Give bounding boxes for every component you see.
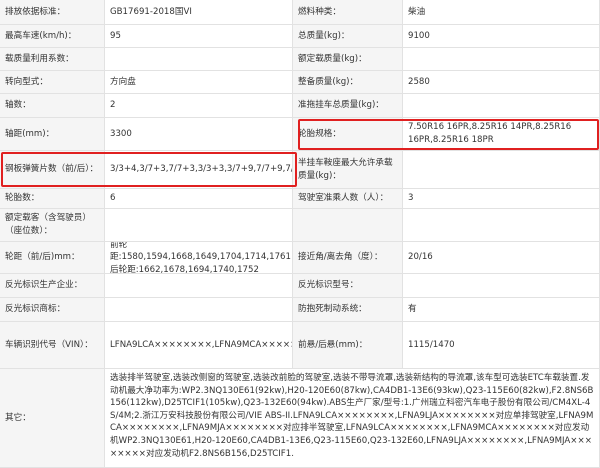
value-rated-load	[403, 48, 600, 71]
label-reflector-brand: 反光标识商标：	[0, 298, 105, 322]
value-empty-1	[403, 209, 600, 242]
value-cab-passengers: 3	[403, 189, 600, 209]
label-rated-load: 额定载质量(kg)：	[293, 48, 403, 71]
value-rated-seats	[105, 209, 293, 242]
value-other: 选装排半驾驶室,选装改侧窗的驾驶室,选装改前脸的驾驶室,选装不带导流罩,选装新结…	[105, 369, 600, 468]
label-other: 其它：	[0, 369, 105, 468]
label-tire-spec: 轮胎规格：	[293, 118, 403, 151]
value-fuel-type: 柴油	[403, 0, 600, 25]
label-wheelbase: 轴距(mm)：	[0, 118, 105, 151]
label-track-width: 轮距（前/后)mm：	[0, 242, 105, 274]
value-total-mass: 9100	[403, 25, 600, 48]
vehicle-spec-table: 排放依据标准： GB17691-2018国VI 燃料种类： 柴油 最高车速(km…	[0, 0, 600, 468]
label-leaf-springs: 钢板弹簧片数（前/后）：	[0, 151, 105, 189]
value-tire-count: 6	[105, 189, 293, 209]
label-trailer-mass: 准拖挂车总质量(kg)：	[293, 94, 403, 118]
value-emission-standard: GB17691-2018国VI	[105, 0, 293, 25]
label-approach-departure: 接近角/离去角（度）：	[293, 242, 403, 274]
value-overhang: 1115/1470	[403, 322, 600, 369]
label-total-mass: 总质量(kg)：	[293, 25, 403, 48]
value-track-width: 前轮距:1580,1594,1668,1649,1704,1714,1761 后…	[105, 242, 293, 274]
label-overhang: 前悬/后悬(mm)：	[293, 322, 403, 369]
value-tire-spec: 7.50R16 16PR,8.25R16 14PR,8.25R16 16PR,8…	[403, 118, 600, 151]
value-saddle-load	[403, 151, 600, 189]
label-reflector-maker: 反光标识生产企业：	[0, 274, 105, 298]
value-steering-type: 方向盘	[105, 71, 293, 94]
value-trailer-mass	[403, 94, 600, 118]
value-axle-count: 2	[105, 94, 293, 118]
label-cab-passengers: 驾驶室准乘人数（人）：	[293, 189, 403, 209]
value-load-utilization	[105, 48, 293, 71]
label-axle-count: 轴数：	[0, 94, 105, 118]
label-reflector-model: 反光标识型号：	[293, 274, 403, 298]
value-vin: LFNA9LCA××××××××,LFNA9MCA××××××××,LFNA9L…	[105, 322, 293, 369]
value-abs: 有	[403, 298, 600, 322]
value-reflector-brand	[105, 298, 293, 322]
label-empty-1	[293, 209, 403, 242]
value-reflector-model	[403, 274, 600, 298]
value-approach-departure: 20/16	[403, 242, 600, 274]
label-saddle-load: 半挂车鞍座最大允许承载质量(kg)：	[293, 151, 403, 189]
value-leaf-springs: 3/3+4,3/7+3,7/7+3,3/3+3,3/7+9,7/7+9,7/10…	[105, 151, 293, 189]
label-tire-count: 轮胎数：	[0, 189, 105, 209]
label-load-utilization: 载质量利用系数：	[0, 48, 105, 71]
label-steering-type: 转向型式：	[0, 71, 105, 94]
label-fuel-type: 燃料种类：	[293, 0, 403, 25]
label-curb-weight: 整备质量(kg)：	[293, 71, 403, 94]
label-max-speed: 最高车速(km/h)：	[0, 25, 105, 48]
label-rated-seats: 额定载客（含驾驶员）（座位数）：	[0, 209, 105, 242]
value-max-speed: 95	[105, 25, 293, 48]
label-emission-standard: 排放依据标准：	[0, 0, 105, 25]
label-vin: 车辆识别代号（VIN）：	[0, 322, 105, 369]
value-wheelbase: 3300	[105, 118, 293, 151]
value-curb-weight: 2580	[403, 71, 600, 94]
label-abs: 防抱死制动系统：	[293, 298, 403, 322]
value-reflector-maker	[105, 274, 293, 298]
